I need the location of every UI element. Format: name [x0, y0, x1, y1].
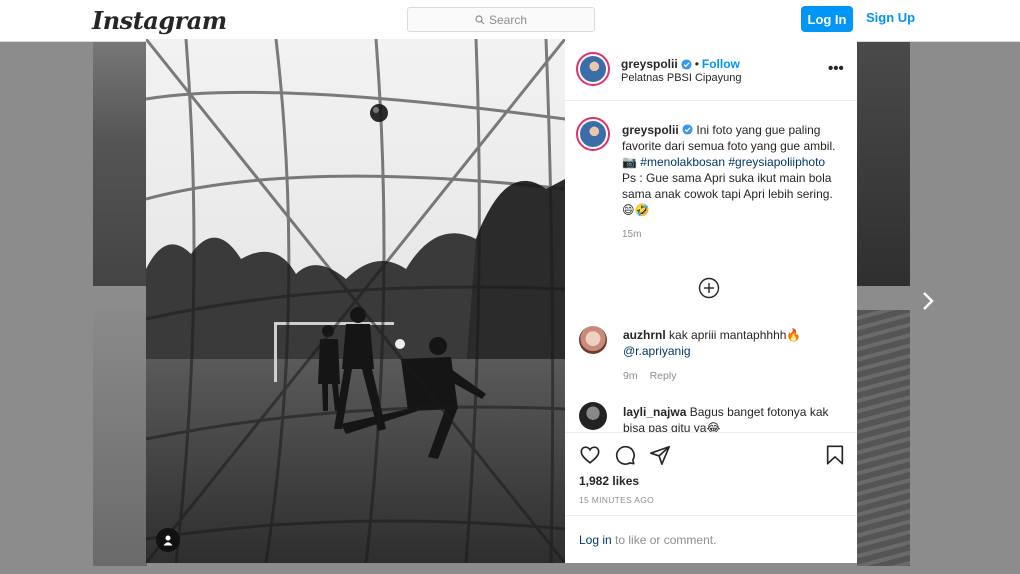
likes-count[interactable]: 1,982 likes [579, 474, 639, 488]
login-link[interactable]: Log in [579, 533, 612, 547]
comment-item: auzhrnl kak apriii mantaphhhh🔥 @r.apriya… [623, 327, 843, 359]
post-details-panel: greyspolii • Follow Pelatnas PBSI Cipayu… [565, 39, 857, 563]
posted-time: 15 MINUTES AGO [579, 495, 655, 505]
search-box[interactable]: Search [407, 7, 595, 32]
like-heart-icon[interactable] [579, 444, 601, 466]
comment-meta: 9m Reply [623, 370, 676, 382]
hashtag-link[interactable]: #menolakbosan [640, 155, 725, 169]
login-prompt: Log in to like or comment. [565, 515, 857, 564]
author-avatar[interactable] [576, 52, 610, 86]
post-location[interactable]: Pelatnas PBSI Cipayung [621, 72, 741, 84]
caption-text-ps: Ps : Gue sama Apri suka ikut main bola s… [622, 171, 833, 217]
caption-timestamp: 15m [622, 229, 642, 240]
tagged-users-icon[interactable] [156, 528, 180, 552]
caption-username[interactable]: greyspolii [622, 123, 679, 137]
reply-button[interactable]: Reply [650, 370, 677, 382]
comment-timestamp: 9m [623, 370, 638, 382]
next-post-arrow-icon[interactable] [918, 290, 938, 312]
post-photo[interactable] [146, 39, 565, 563]
post-caption: greyspolii Ini foto yang gue paling favo… [622, 122, 844, 243]
search-icon [475, 14, 485, 24]
top-nav: Instagram Search Log In Sign Up [0, 0, 1020, 42]
post-actions: 1,982 likes 15 MINUTES AGO Log in to lik… [565, 432, 857, 563]
background-post-thumbnail [857, 42, 910, 286]
search-placeholder: Search [488, 12, 528, 27]
comment-text: kak apriii mantaphhhh🔥 [669, 328, 802, 342]
commenter-avatar[interactable] [579, 402, 607, 430]
comment-item: layli_najwa Bagus banget fotonya kak bis… [623, 404, 843, 432]
load-more-comments-icon[interactable] [698, 277, 720, 299]
more-options-icon[interactable]: ••• [828, 60, 844, 77]
verified-badge-icon [681, 58, 692, 70]
background-post-thumbnail [857, 310, 910, 566]
comment-mention-link[interactable]: @r.apriyanig [623, 344, 691, 358]
share-send-icon[interactable] [649, 444, 671, 466]
hashtag-link[interactable]: #greysiapoliiphoto [728, 155, 825, 169]
signup-link[interactable]: Sign Up [866, 10, 915, 25]
login-button[interactable]: Log In [801, 6, 853, 32]
commenter-avatar[interactable] [579, 326, 607, 354]
background-post-thumbnail [93, 310, 147, 566]
instagram-logo[interactable]: Instagram [92, 6, 227, 35]
save-bookmark-icon[interactable] [824, 444, 846, 466]
post-header: greyspolii • Follow Pelatnas PBSI Cipayu… [565, 39, 857, 101]
author-username[interactable]: greyspolii [621, 57, 678, 71]
verified-badge-icon [682, 124, 693, 135]
login-prompt-text: to like or comment. [611, 533, 717, 547]
caption-author-avatar[interactable] [576, 117, 610, 151]
commenter-username[interactable]: layli_najwa [623, 405, 686, 419]
commenter-username[interactable]: auzhrnl [623, 328, 666, 342]
background-post-thumbnail [93, 42, 147, 286]
comment-bubble-icon[interactable] [614, 444, 636, 466]
separator-dot: • [694, 57, 699, 71]
follow-button[interactable]: Follow [702, 57, 740, 71]
